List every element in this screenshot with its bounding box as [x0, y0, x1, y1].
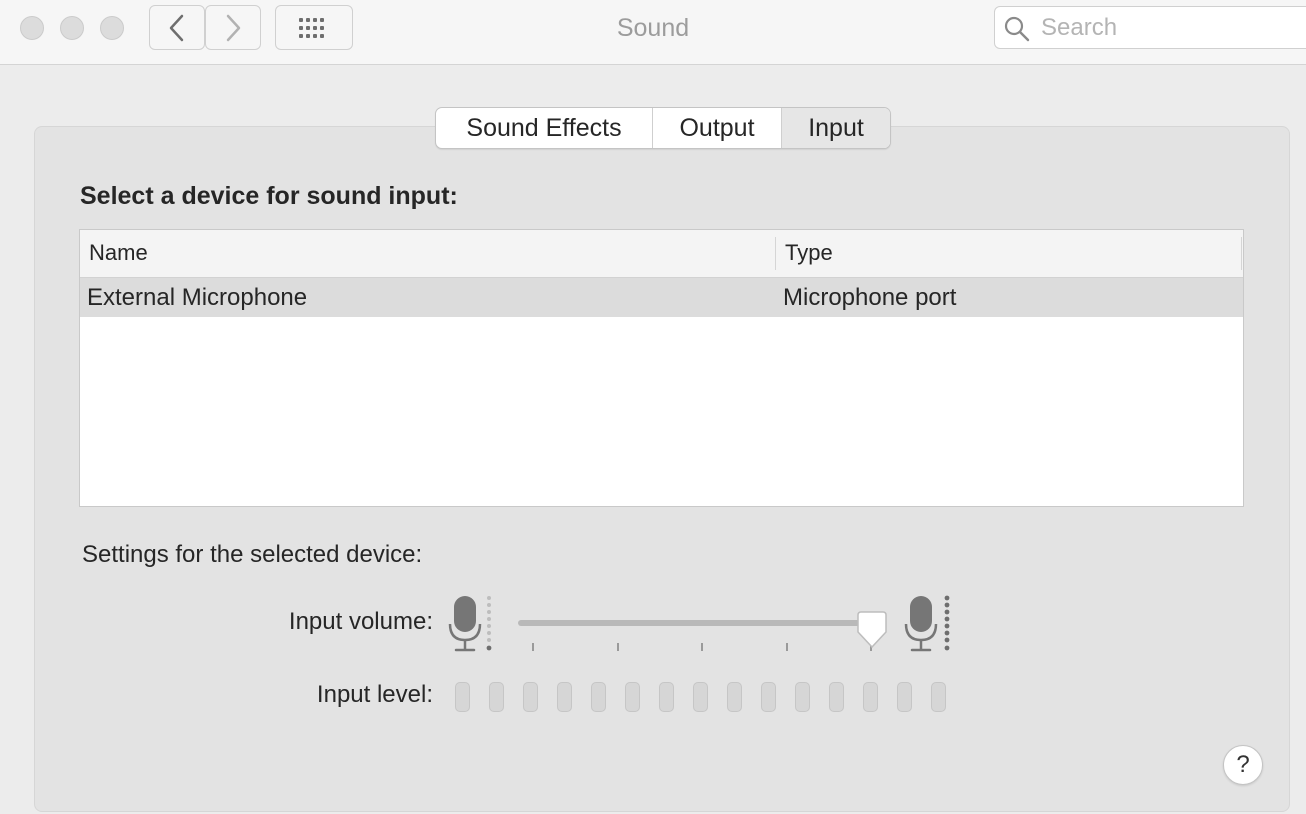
- microphone-low-icon: [448, 596, 492, 652]
- zoom-window-button[interactable]: [100, 16, 124, 40]
- level-segment: [523, 682, 538, 712]
- level-segment: [897, 682, 912, 712]
- level-segment: [795, 682, 810, 712]
- search-icon: [1004, 16, 1030, 42]
- device-table[interactable]: Name Type External Microphone Microphone…: [79, 229, 1244, 507]
- input-volume-label: Input volume:: [288, 608, 433, 635]
- device-type-cell: Microphone port: [783, 284, 957, 311]
- close-window-button[interactable]: [20, 16, 44, 40]
- column-header-name[interactable]: Name: [89, 240, 148, 266]
- show-all-button[interactable]: [275, 5, 353, 50]
- level-segment: [727, 682, 742, 712]
- level-segment: [455, 682, 470, 712]
- back-icon: [169, 14, 184, 41]
- tab-input[interactable]: Input: [782, 108, 890, 148]
- back-button[interactable]: [149, 5, 205, 50]
- forward-icon: [226, 14, 241, 41]
- input-volume-slider[interactable]: [518, 620, 883, 626]
- slider-knob[interactable]: [855, 610, 889, 650]
- input-level-label: Input level:: [316, 681, 433, 708]
- grid-icon: [299, 17, 324, 38]
- level-segment: [625, 682, 640, 712]
- help-button[interactable]: ?: [1223, 745, 1263, 785]
- level-segment: [863, 682, 878, 712]
- level-segment: [761, 682, 776, 712]
- level-segment: [659, 682, 674, 712]
- search-input[interactable]: [1039, 12, 1306, 44]
- table-row[interactable]: External Microphone Microphone port: [80, 278, 1243, 317]
- level-segment: [489, 682, 504, 712]
- slider-tick: [786, 643, 788, 651]
- minimize-window-button[interactable]: [60, 16, 84, 40]
- device-name-cell: External Microphone: [87, 284, 308, 311]
- column-divider[interactable]: [775, 237, 776, 270]
- search-field[interactable]: [994, 6, 1306, 49]
- tab-output[interactable]: Output: [653, 108, 782, 148]
- level-segment: [557, 682, 572, 712]
- title-bar: Sound: [0, 0, 1306, 65]
- tab-bar: Sound Effects Output Input: [435, 107, 891, 149]
- microphone-high-icon: [904, 595, 950, 652]
- tab-sound-effects[interactable]: Sound Effects: [436, 108, 653, 148]
- level-segment: [591, 682, 606, 712]
- forward-button[interactable]: [205, 5, 261, 50]
- column-divider[interactable]: [1241, 237, 1242, 270]
- settings-heading: Settings for the selected device:: [82, 541, 423, 568]
- level-segment: [931, 682, 946, 712]
- table-header: Name Type: [80, 230, 1243, 278]
- slider-tick: [617, 643, 619, 651]
- level-segment: [693, 682, 708, 712]
- column-header-type[interactable]: Type: [785, 240, 833, 266]
- section-heading: Select a device for sound input:: [80, 182, 458, 210]
- level-segment: [829, 682, 844, 712]
- slider-tick: [532, 643, 534, 651]
- slider-tick: [701, 643, 703, 651]
